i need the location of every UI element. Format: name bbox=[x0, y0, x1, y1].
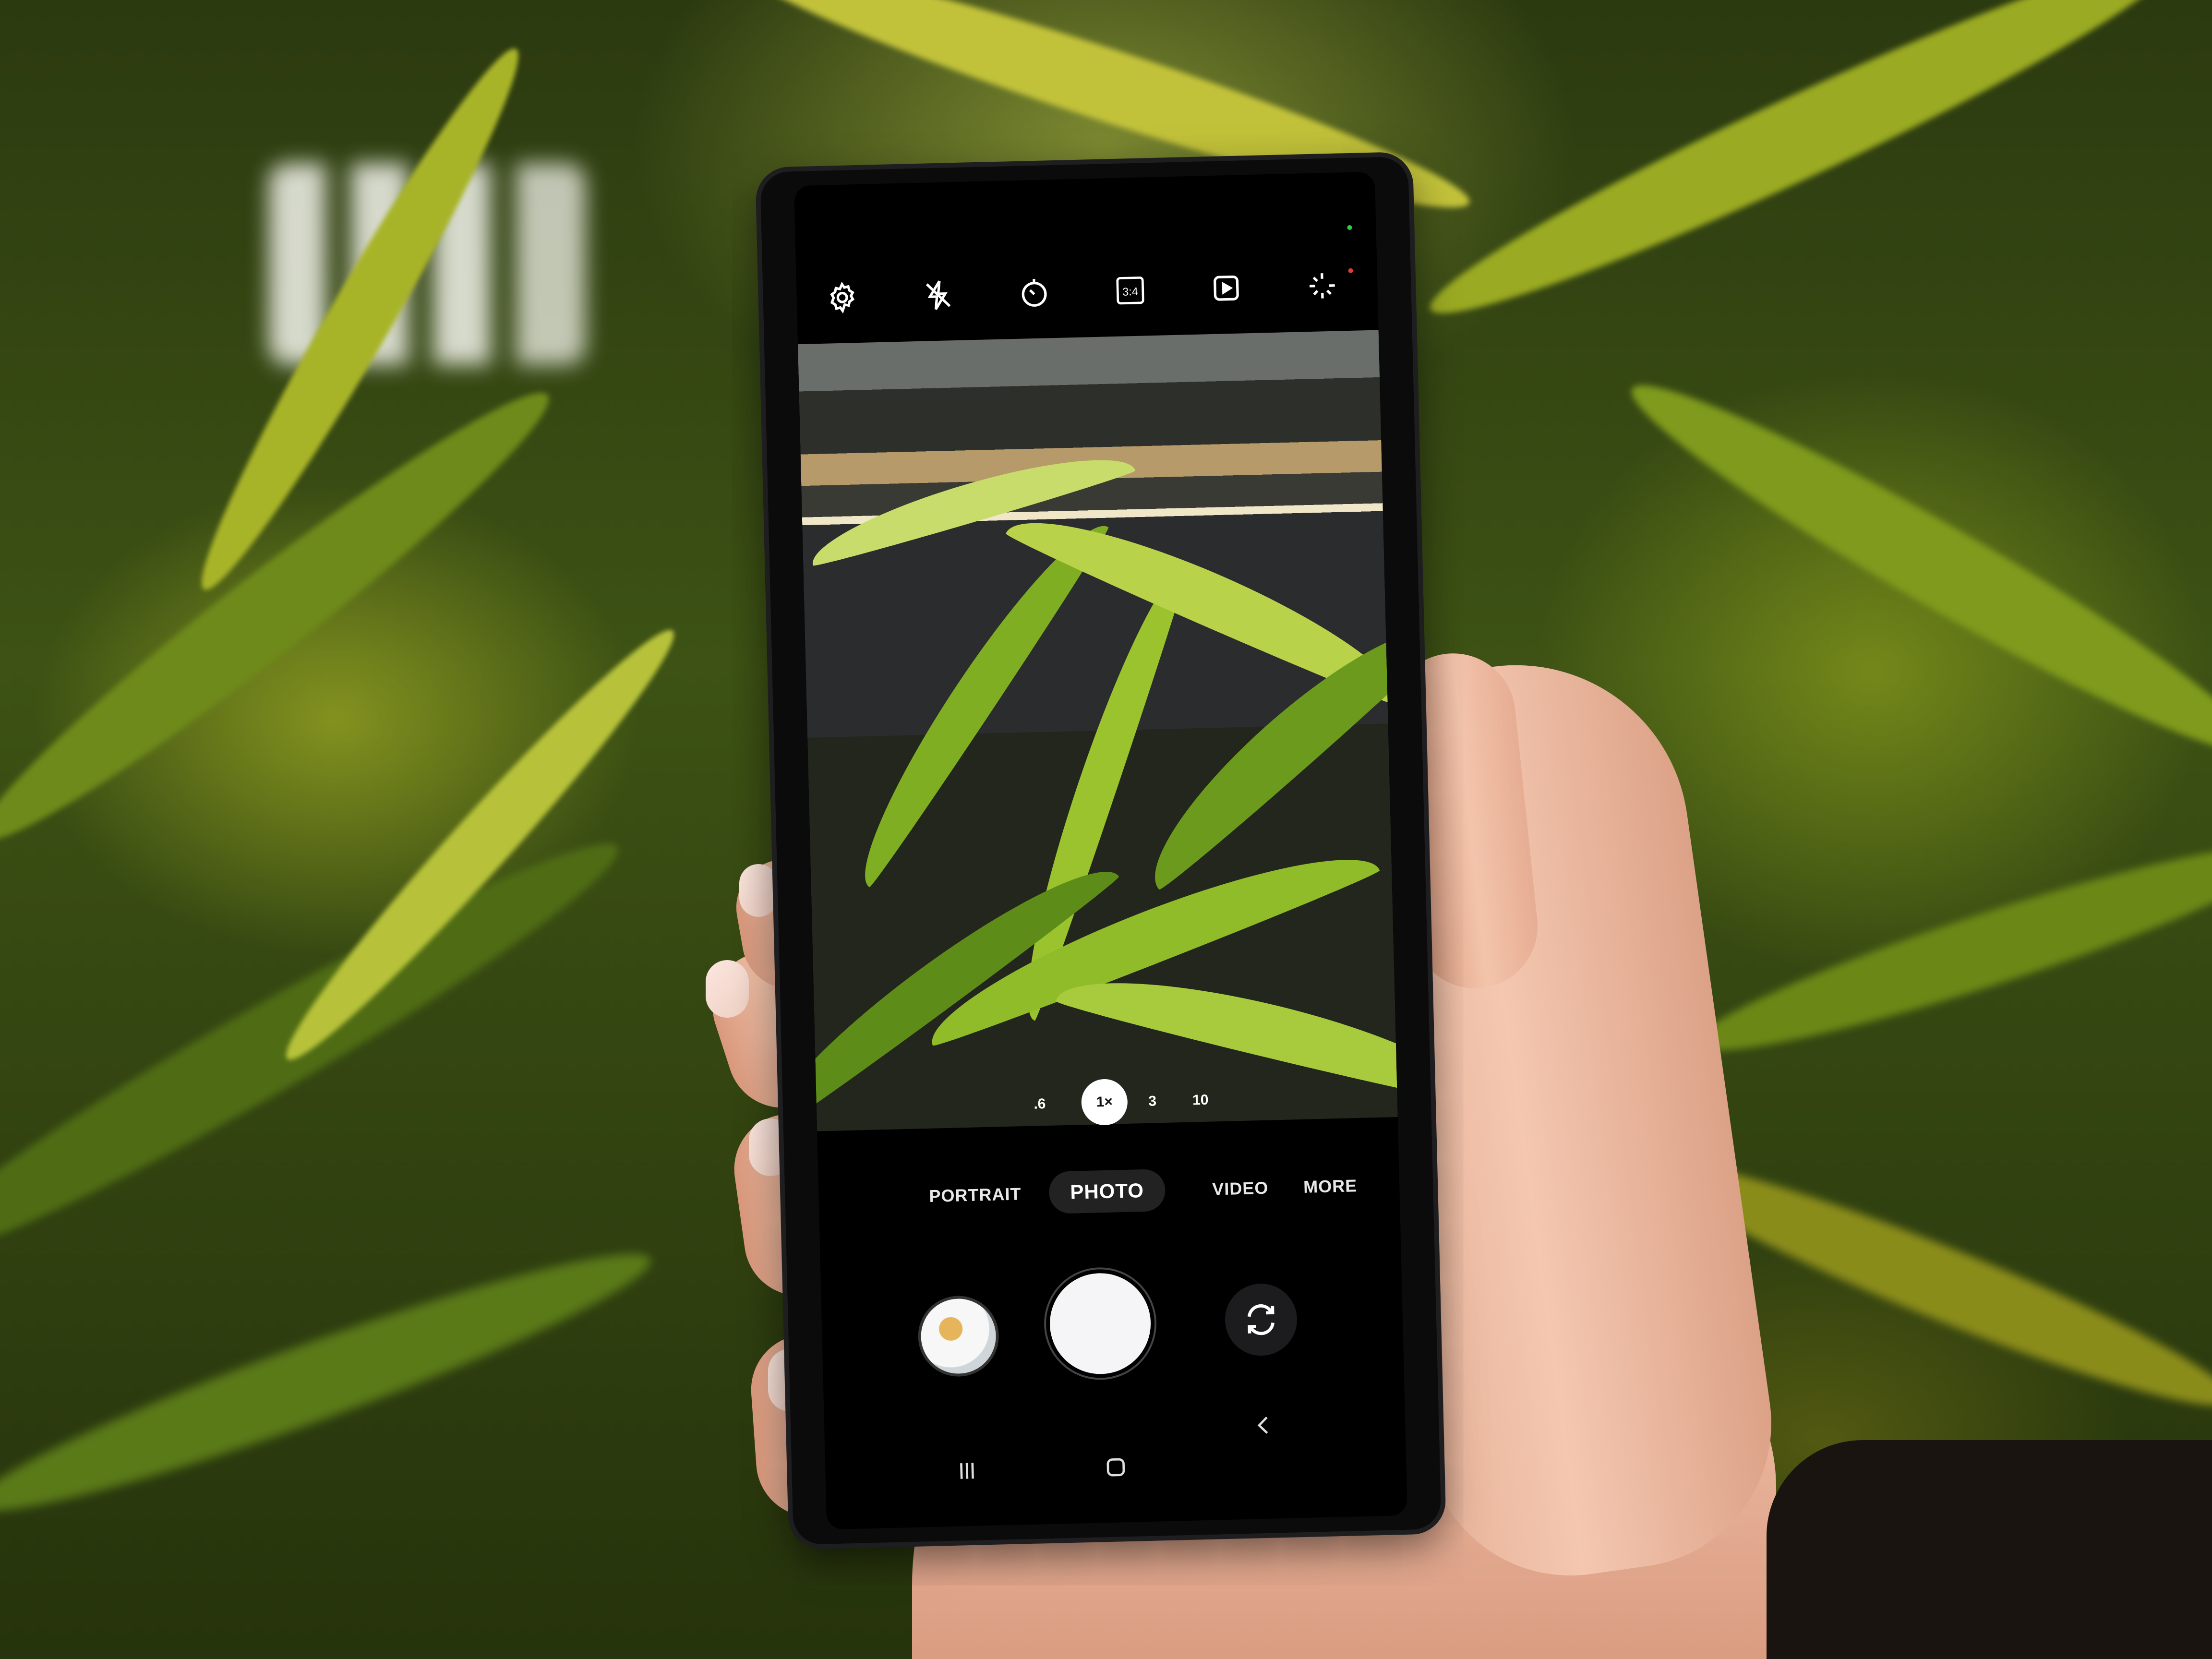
leaf bbox=[265, 611, 695, 1079]
camera-screen: 3:4 .6 1× 3 10 PORTRAIT PHOTO VIDEO MORE bbox=[793, 171, 1408, 1530]
mode-more[interactable]: MORE bbox=[1303, 1176, 1358, 1197]
fingernail bbox=[706, 960, 749, 1018]
mode-selector: PORTRAIT PHOTO VIDEO MORE bbox=[818, 1160, 1400, 1227]
switch-camera-icon[interactable] bbox=[1224, 1283, 1298, 1357]
shutter-button[interactable] bbox=[1048, 1272, 1152, 1375]
leaf bbox=[1684, 817, 2212, 1079]
aspect-ratio-label: 3:4 bbox=[1122, 285, 1138, 298]
motion-photo-icon[interactable] bbox=[1204, 266, 1248, 310]
leaf bbox=[1413, 0, 2188, 347]
back-icon[interactable] bbox=[1241, 1403, 1286, 1447]
settings-icon[interactable] bbox=[820, 276, 865, 320]
leaf bbox=[0, 810, 639, 1293]
mode-photo[interactable]: PHOTO bbox=[1048, 1168, 1166, 1214]
mode-portrait[interactable]: PORTRAIT bbox=[929, 1184, 1022, 1206]
zoom-10x[interactable]: 10 bbox=[1178, 1078, 1223, 1122]
leaf bbox=[0, 1223, 664, 1542]
camera-toolbar: 3:4 bbox=[796, 253, 1378, 330]
zoom-3x[interactable]: 3 bbox=[1130, 1079, 1175, 1123]
viewfinder[interactable] bbox=[798, 330, 1398, 1131]
aspect-ratio-icon[interactable]: 3:4 bbox=[1108, 268, 1152, 313]
home-icon[interactable] bbox=[1094, 1445, 1138, 1490]
filters-icon[interactable] bbox=[1300, 264, 1344, 308]
recents-icon[interactable] bbox=[945, 1449, 989, 1493]
timer-icon[interactable] bbox=[1012, 271, 1056, 315]
capture-controls bbox=[820, 1256, 1404, 1395]
smartphone: 3:4 .6 1× 3 10 PORTRAIT PHOTO VIDEO MORE bbox=[760, 156, 1442, 1545]
zoom-0-6[interactable]: .6 bbox=[1018, 1082, 1062, 1126]
gallery-thumbnail[interactable] bbox=[917, 1295, 1000, 1378]
leaf bbox=[1611, 353, 2212, 784]
sleeve bbox=[1767, 1440, 2212, 1659]
zoom-1x[interactable]: 1× bbox=[1081, 1078, 1128, 1126]
flash-off-icon[interactable] bbox=[916, 273, 961, 317]
status-indicator-green bbox=[1347, 225, 1352, 230]
mode-video[interactable]: VIDEO bbox=[1212, 1178, 1269, 1200]
fingernail bbox=[739, 864, 778, 917]
navigation-bar bbox=[824, 1416, 1407, 1511]
